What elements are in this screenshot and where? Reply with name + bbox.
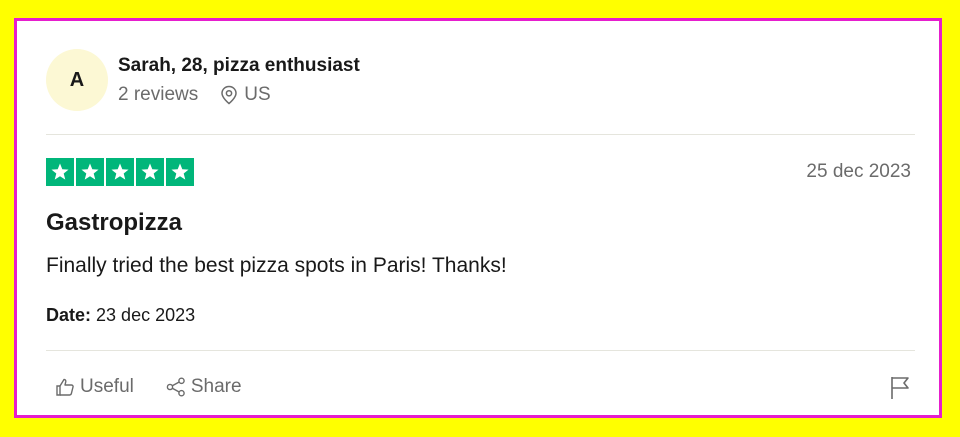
experience-date: Date: 23 dec 2023 — [46, 305, 195, 326]
reviewer-meta: 2 reviews US — [118, 84, 360, 106]
review-date: 25 dec 2023 — [806, 161, 911, 182]
divider — [46, 134, 915, 135]
experience-date-label: Date: — [46, 305, 92, 325]
star-icon — [76, 158, 104, 186]
star-icon — [136, 158, 164, 186]
star-icon — [46, 158, 74, 186]
reviewer-header: A Sarah, 28, pizza enthusiast 2 reviews … — [46, 49, 360, 111]
useful-button[interactable]: Useful — [55, 376, 134, 398]
divider — [46, 350, 915, 351]
review-card: A Sarah, 28, pizza enthusiast 2 reviews … — [14, 18, 942, 418]
star-rating — [46, 158, 194, 186]
review-body: Finally tried the best pizza spots in Pa… — [46, 254, 507, 277]
flag-icon — [891, 377, 909, 399]
reviewer-info: Sarah, 28, pizza enthusiast 2 reviews US — [118, 54, 360, 106]
experience-date-value: 23 dec 2023 — [96, 305, 196, 325]
report-button[interactable] — [889, 375, 911, 406]
share-label: Share — [190, 376, 242, 397]
reviews-count: 2 reviews — [118, 84, 199, 105]
avatar[interactable]: A — [46, 49, 108, 111]
location-label: US — [244, 84, 271, 105]
useful-label: Useful — [80, 376, 134, 397]
thumbs-up-icon — [56, 378, 74, 396]
location-pin-icon — [221, 85, 238, 105]
star-icon — [166, 158, 194, 186]
reviewer-location: US — [220, 84, 271, 106]
reviewer-name[interactable]: Sarah, 28, pizza enthusiast — [118, 54, 360, 78]
review-title: Gastropizza — [46, 209, 183, 236]
share-button[interactable]: Share — [166, 376, 242, 398]
review-actions: Useful Share — [55, 376, 242, 398]
share-icon — [166, 377, 185, 397]
star-icon — [106, 158, 134, 186]
